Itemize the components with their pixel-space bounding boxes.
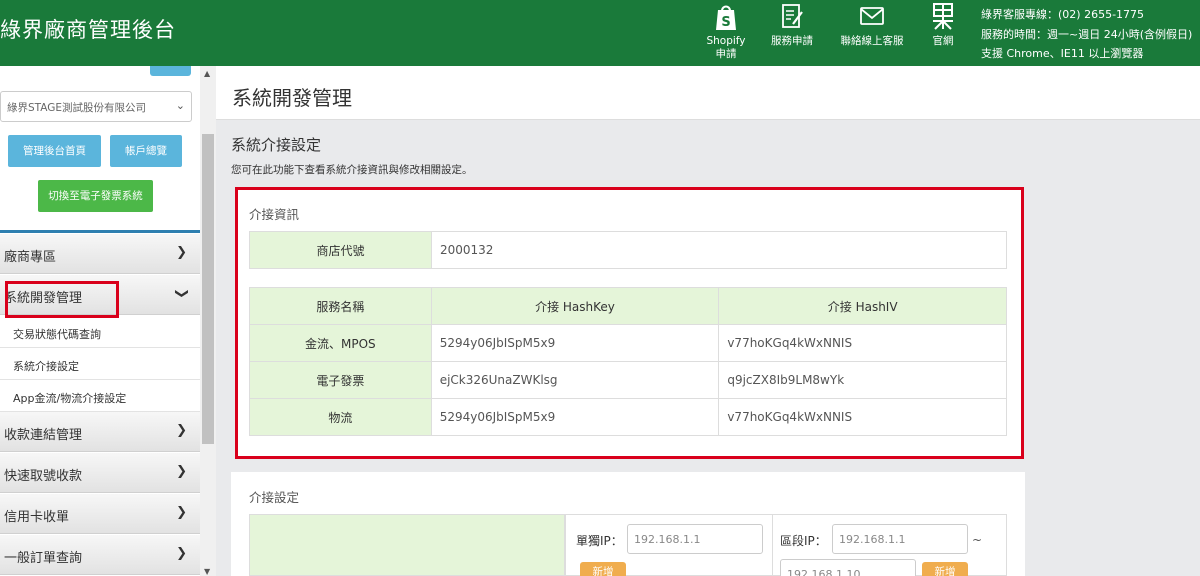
scrollbar-thumb[interactable] [202, 134, 214, 444]
sidebar-scrollbar[interactable]: ▲ ▼ [200, 66, 216, 576]
single-ip-input[interactable]: 192.168.1.1 [627, 524, 763, 554]
page-title: 系統開發管理 [232, 86, 352, 110]
settings-label-cell [249, 514, 565, 576]
browser-support: 支援 Chrome、IE11 以上瀏覽器 [981, 47, 1144, 60]
menu-payment-link[interactable]: 收款連結管理 ❯ [0, 412, 200, 452]
company-select[interactable]: 綠界STAGE測試股份有限公司 ⌄ [0, 91, 192, 122]
scroll-down-icon[interactable]: ▼ [204, 567, 210, 576]
menu-credit-card[interactable]: 信用卡收單 ❯ [0, 494, 200, 534]
service-info: 綠界客服專線：(02) 2655-1775 服務的時間：週一~週日 24小時(含… [981, 5, 1192, 64]
shopify-bag-icon: S [716, 5, 736, 30]
app-title: 綠界廠商管理後台 [0, 18, 176, 42]
account-overview-button[interactable]: 帳戶總覽 [110, 135, 182, 167]
nav-service-apply[interactable]: 服務申請 [766, 0, 818, 48]
ecpay-logo-icon [933, 3, 953, 30]
submenu-status-code[interactable]: 交易狀態代碼查詢 [0, 316, 200, 348]
section-description: 您可在此功能下查看系統介接資訊與修改相關設定。 [231, 164, 473, 176]
settings-panel-label: 介接設定 [249, 490, 300, 505]
page-header: 系統開發管理 [216, 66, 1200, 120]
service-hotline: 綠界客服專線：(02) 2655-1775 [981, 8, 1145, 21]
scroll-up-icon[interactable]: ▲ [204, 69, 210, 78]
chevron-right-icon: ❯ [176, 546, 187, 561]
chevron-right-icon: ❯ [176, 245, 187, 260]
nav-shopify[interactable]: S Shopify 申請 [703, 0, 749, 61]
range-ip-label: 區段IP： [780, 534, 827, 548]
add-single-ip-button[interactable]: 新增 [580, 562, 626, 576]
chevron-down-icon: ⌄ [175, 99, 185, 112]
menu-vendor-zone[interactable]: 廠商專區 ❯ [0, 234, 200, 274]
highlight-box-sidebar [5, 281, 119, 318]
chevron-right-icon: ❯ [176, 464, 187, 479]
chevron-right-icon: ❯ [176, 423, 187, 438]
nav-official-site[interactable]: 官網 [926, 0, 960, 48]
range-ip-to-input[interactable]: 192.168.1.10 [780, 559, 916, 576]
section-title: 系統介接設定 [231, 136, 322, 154]
menu-order-query[interactable]: 一般訂單查詢 ❯ [0, 535, 200, 575]
chevron-down-icon: ❯ [174, 288, 190, 299]
admin-home-button[interactable]: 管理後台首頁 [8, 135, 101, 167]
range-ip-from-input[interactable]: 192.168.1.1 [832, 524, 968, 554]
sidebar-top-button[interactable] [150, 66, 191, 76]
svg-text:S: S [721, 15, 730, 30]
top-header: 綠界廠商管理後台 S Shopify 申請 服務申請 聯絡線上客服 官網 綠界客… [0, 0, 1200, 66]
mail-icon [860, 7, 884, 25]
submenu-system-integration[interactable]: 系統介接設定 [0, 348, 200, 380]
menu-quick-number[interactable]: 快速取號收款 ❯ [0, 453, 200, 493]
service-hours: 服務的時間：週一~週日 24小時(含例假日) [981, 27, 1193, 41]
nav-contact[interactable]: 聯絡線上客服 [834, 0, 910, 48]
chevron-right-icon: ❯ [176, 505, 187, 520]
sidebar-divider [0, 230, 200, 233]
switch-einvoice-button[interactable]: 切換至電子發票系統 [38, 180, 153, 212]
add-range-ip-button[interactable]: 新增 [922, 562, 968, 576]
single-ip-label: 單獨IP： [576, 534, 623, 548]
sidebar: 綠界STAGE測試股份有限公司 ⌄ 管理後台首頁 帳戶總覽 切換至電子發票系統 … [0, 66, 200, 576]
highlight-box-main [235, 187, 1024, 459]
form-edit-icon [782, 4, 803, 28]
submenu-app-integration[interactable]: App金流/物流介接設定 [0, 380, 200, 412]
range-separator: ~ [972, 533, 983, 547]
